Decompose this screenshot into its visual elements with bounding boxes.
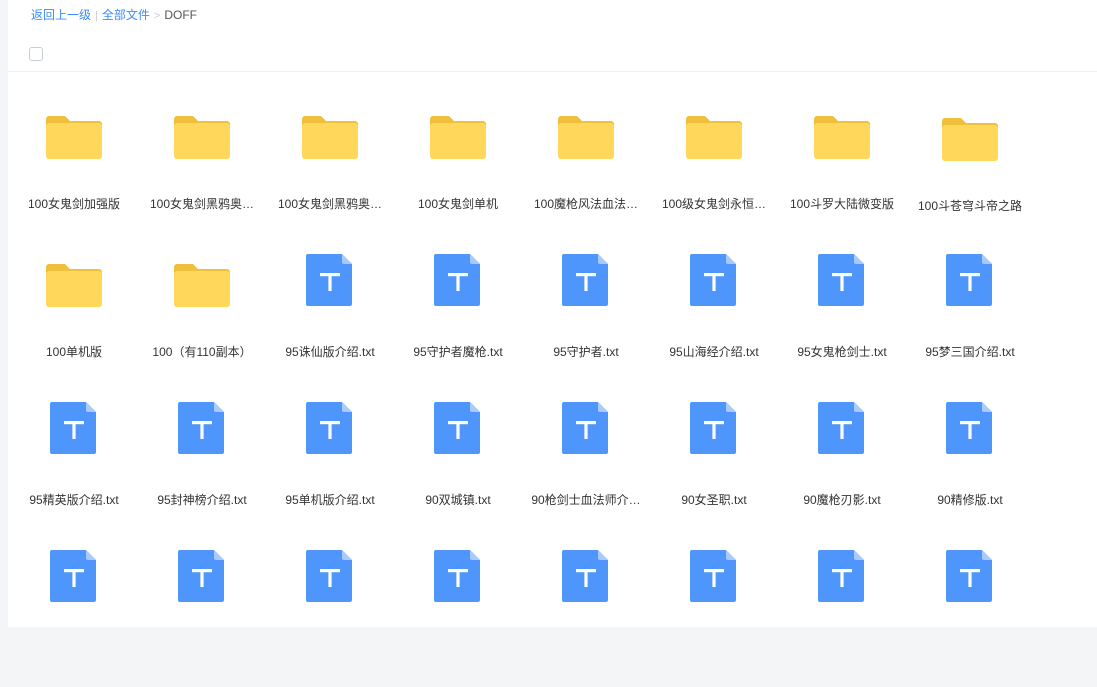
txt-file-icon bbox=[814, 548, 870, 604]
txt-file-icon bbox=[686, 252, 742, 308]
file-name-label: 100女鬼剑加强版 bbox=[27, 197, 121, 211]
file-item[interactable]: 95封神榜介绍.txt bbox=[138, 391, 266, 539]
folder-icon bbox=[302, 113, 358, 169]
folder-icon bbox=[686, 113, 742, 169]
file-name-label: 95单机版介绍.txt bbox=[285, 493, 375, 507]
file-name-label: 95守护者魔枪.txt bbox=[413, 345, 503, 359]
txt-file-icon bbox=[686, 400, 742, 456]
txt-file-icon bbox=[174, 400, 230, 456]
chevron-right-icon: > bbox=[153, 10, 161, 22]
file-name-label: 100魔枪风法血法… bbox=[533, 197, 639, 211]
folder-icon bbox=[558, 113, 614, 169]
folder-item[interactable]: 100女鬼剑黑鸦奥… bbox=[266, 95, 394, 243]
txt-file-icon bbox=[942, 252, 998, 308]
file-name-label: 100女鬼剑黑鸦奥… bbox=[149, 197, 255, 211]
file-item[interactable]: 90双城镇.txt bbox=[394, 391, 522, 539]
file-name-label: 95守护者.txt bbox=[553, 345, 619, 359]
file-name-label: 100女鬼剑黑鸦奥… bbox=[277, 197, 383, 211]
txt-file-icon bbox=[174, 548, 230, 604]
file-item[interactable]: 95女鬼枪剑士.txt bbox=[778, 243, 906, 391]
file-item[interactable]: 95守护者.txt bbox=[522, 243, 650, 391]
file-grid: 100女鬼剑加强版 100女鬼剑黑鸦奥… 100女鬼剑黑鸦奥… 100女鬼剑单机 100… bbox=[10, 95, 1097, 687]
select-all-checkbox[interactable] bbox=[29, 47, 43, 61]
file-item[interactable]: 90枪剑士血法师介… bbox=[522, 391, 650, 539]
folder-icon bbox=[430, 113, 486, 169]
file-name-label: 100单机版 bbox=[45, 345, 103, 359]
current-folder-label: DOFF bbox=[164, 8, 197, 22]
file-name-label: 95精英版介绍.txt bbox=[29, 493, 119, 507]
file-item[interactable]: 90精修版.txt bbox=[906, 391, 1034, 539]
file-item[interactable] bbox=[522, 539, 650, 687]
file-item[interactable]: 95山海经介绍.txt bbox=[650, 243, 778, 391]
back-link[interactable]: 返回上一级 bbox=[31, 8, 91, 22]
folder-item[interactable]: 100斗罗大陆微变版 bbox=[778, 95, 906, 243]
txt-file-icon bbox=[942, 548, 998, 604]
folder-item[interactable]: 100魔枪风法血法… bbox=[522, 95, 650, 243]
file-item[interactable] bbox=[266, 539, 394, 687]
file-item[interactable] bbox=[138, 539, 266, 687]
folder-icon bbox=[46, 113, 102, 169]
txt-file-icon bbox=[302, 400, 358, 456]
file-name-label: 100级女鬼剑永恒… bbox=[661, 197, 767, 211]
file-item[interactable]: 90女圣职.txt bbox=[650, 391, 778, 539]
file-item[interactable]: 95单机版介绍.txt bbox=[266, 391, 394, 539]
file-name-label: 95诛仙版介绍.txt bbox=[285, 345, 375, 359]
file-item[interactable]: 95守护者魔枪.txt bbox=[394, 243, 522, 391]
file-name-label: 95山海经介绍.txt bbox=[669, 345, 759, 359]
breadcrumb: 返回上一级 | 全部文件 > DOFF bbox=[31, 7, 197, 24]
folder-icon bbox=[46, 261, 102, 317]
txt-file-icon bbox=[302, 548, 358, 604]
all-files-link[interactable]: 全部文件 bbox=[102, 8, 150, 22]
folder-item[interactable]: 100（有110副本） bbox=[138, 243, 266, 391]
txt-file-icon bbox=[302, 252, 358, 308]
txt-file-icon bbox=[430, 252, 486, 308]
file-browser-panel: 返回上一级 | 全部文件 > DOFF 100女鬼剑加强版 100女鬼剑黑鸦奥… 100女鬼… bbox=[8, 0, 1097, 627]
txt-file-icon bbox=[686, 548, 742, 604]
txt-file-icon bbox=[558, 548, 614, 604]
folder-item[interactable]: 100斗苍穹斗帝之路 bbox=[906, 95, 1034, 243]
folder-icon bbox=[942, 115, 998, 171]
txt-file-icon bbox=[814, 400, 870, 456]
file-item[interactable] bbox=[778, 539, 906, 687]
file-name-label: 100（有110副本） bbox=[152, 345, 252, 359]
folder-item[interactable]: 100级女鬼剑永恒… bbox=[650, 95, 778, 243]
file-name-label: 100斗罗大陆微变版 bbox=[789, 197, 895, 211]
txt-file-icon bbox=[46, 548, 102, 604]
folder-item[interactable]: 100女鬼剑加强版 bbox=[10, 95, 138, 243]
file-item[interactable]: 90魔枪刃影.txt bbox=[778, 391, 906, 539]
file-name-label: 100女鬼剑单机 bbox=[417, 197, 499, 211]
file-name-label: 90魔枪刃影.txt bbox=[803, 493, 881, 507]
file-item[interactable] bbox=[906, 539, 1034, 687]
file-item[interactable] bbox=[394, 539, 522, 687]
file-item[interactable]: 95精英版介绍.txt bbox=[10, 391, 138, 539]
file-item[interactable] bbox=[10, 539, 138, 687]
folder-icon bbox=[814, 113, 870, 169]
txt-file-icon bbox=[430, 400, 486, 456]
file-name-label: 90女圣职.txt bbox=[681, 493, 747, 507]
file-name-label: 90精修版.txt bbox=[937, 493, 1003, 507]
file-item[interactable]: 95梦三国介绍.txt bbox=[906, 243, 1034, 391]
txt-file-icon bbox=[430, 548, 486, 604]
folder-item[interactable]: 100女鬼剑黑鸦奥… bbox=[138, 95, 266, 243]
file-name-label: 90双城镇.txt bbox=[425, 493, 491, 507]
txt-file-icon bbox=[814, 252, 870, 308]
txt-file-icon bbox=[558, 400, 614, 456]
folder-item[interactable]: 100单机版 bbox=[10, 243, 138, 391]
file-toolbar bbox=[8, 40, 1097, 72]
txt-file-icon bbox=[558, 252, 614, 308]
folder-icon bbox=[174, 261, 230, 317]
breadcrumb-divider: | bbox=[95, 10, 98, 22]
folder-icon bbox=[174, 113, 230, 169]
txt-file-icon bbox=[942, 400, 998, 456]
file-item[interactable] bbox=[650, 539, 778, 687]
file-name-label: 95女鬼枪剑士.txt bbox=[797, 345, 887, 359]
txt-file-icon bbox=[46, 400, 102, 456]
file-item[interactable]: 95诛仙版介绍.txt bbox=[266, 243, 394, 391]
folder-item[interactable]: 100女鬼剑单机 bbox=[394, 95, 522, 243]
file-name-label: 90枪剑士血法师介… bbox=[531, 493, 641, 507]
file-name-label: 95梦三国介绍.txt bbox=[925, 345, 1015, 359]
file-name-label: 100斗苍穹斗帝之路 bbox=[917, 199, 1023, 213]
file-name-label: 95封神榜介绍.txt bbox=[157, 493, 247, 507]
